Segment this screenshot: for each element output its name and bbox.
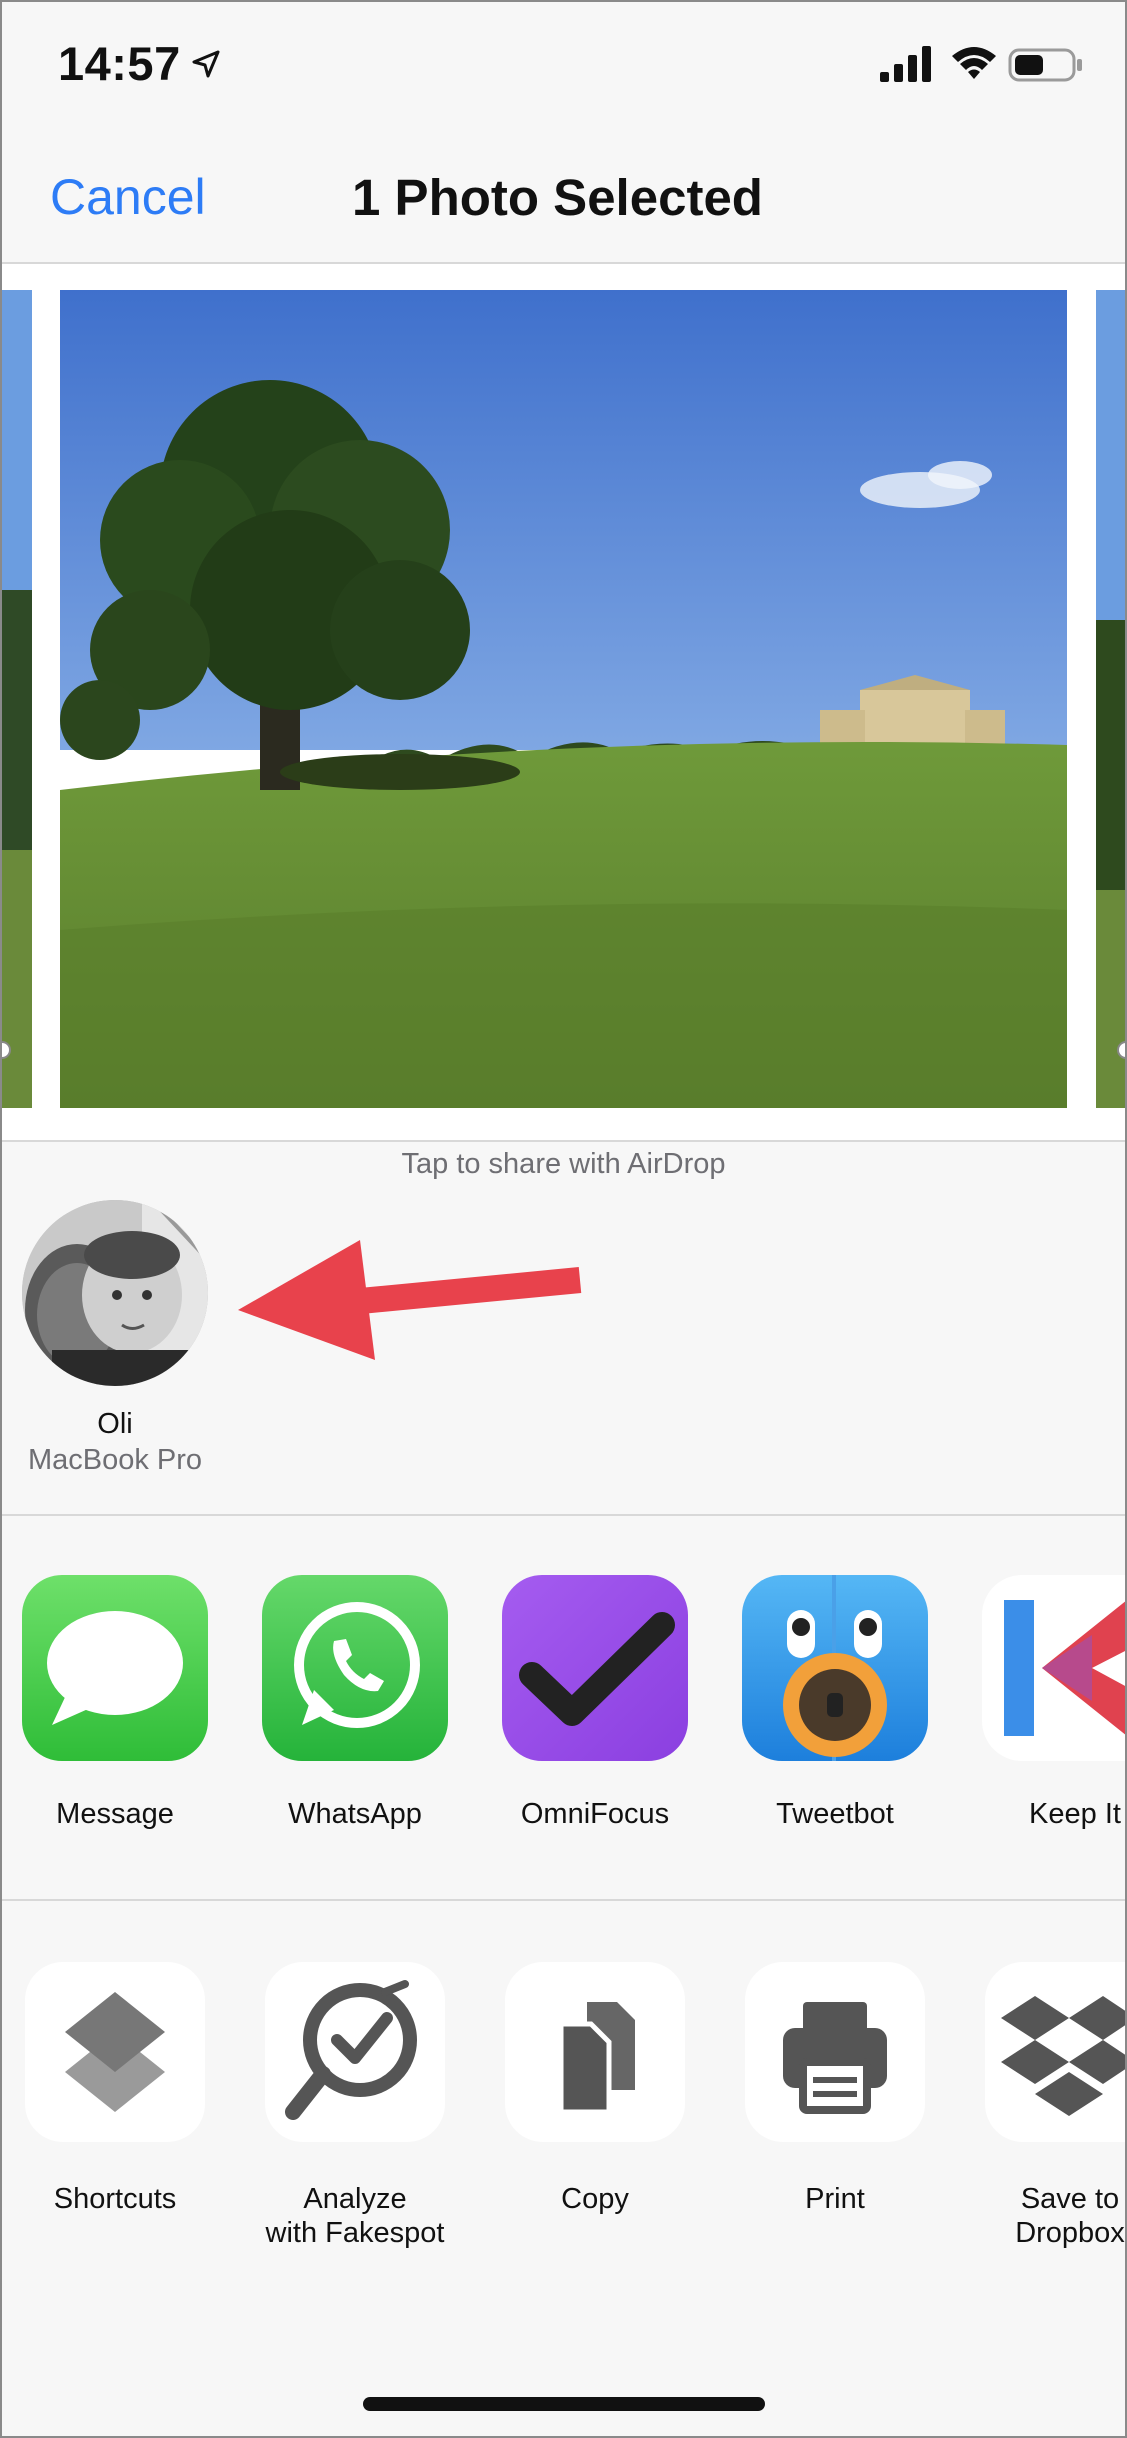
dropbox-action-button[interactable] (985, 1962, 1127, 2142)
action-label-print: Print (805, 2183, 865, 2215)
keep-it-app-button[interactable] (982, 1575, 1127, 1761)
shortcuts-icon (65, 1992, 165, 2112)
tweetbot-icon (783, 1575, 887, 1761)
app-label-tweetbot: Tweetbot (776, 1798, 894, 1830)
omnifocus-icon (519, 1612, 675, 1726)
previous-photo-thumbnail[interactable] (0, 290, 32, 1108)
copy-icon (558, 2002, 635, 2115)
wifi-icon (952, 47, 996, 79)
status-time: 14:57 (58, 37, 181, 90)
tweetbot-app-button[interactable] (742, 1575, 928, 1761)
app-label-omnifocus: OmniFocus (520, 1798, 670, 1830)
action-label-copy: Copy (561, 2183, 629, 2215)
app-label-whatsapp: WhatsApp (288, 1798, 422, 1830)
airdrop-contact-device: MacBook Pro (27, 1444, 203, 1476)
cellular-signal-icon (880, 46, 931, 82)
divider (0, 1899, 1127, 1901)
copy-action-button[interactable] (505, 1962, 685, 2142)
action-label-fakespot-line2: with Fakespot (265, 2217, 445, 2249)
next-photo-thumbnail[interactable] (1096, 290, 1127, 1108)
action-label-dropbox-line1: Save to (1020, 2183, 1120, 2215)
whatsapp-app-button[interactable] (262, 1575, 448, 1761)
action-label-fakespot: Analyze with Fakespot (235, 2182, 475, 2250)
keep-it-icon (1004, 1600, 1127, 1736)
home-indicator[interactable] (363, 2397, 765, 2411)
dropbox-icon (1001, 1996, 1127, 2116)
whatsapp-icon (294, 1602, 420, 1728)
print-action-button[interactable] (745, 1962, 925, 2142)
fakespot-icon (285, 1980, 417, 2120)
divider (0, 1140, 1127, 1142)
battery-icon (1008, 48, 1082, 82)
action-label-dropbox: Save to Dropbox (950, 2182, 1127, 2250)
location-arrow-icon (192, 50, 220, 78)
airdrop-caption: Tap to share with AirDrop (401, 1148, 726, 1180)
selected-photo[interactable] (60, 290, 1067, 1108)
airdrop-contact-name: Oli (97, 1408, 133, 1440)
messages-app-button[interactable] (22, 1575, 208, 1761)
page-title-text: 1 Photo Selected (352, 169, 763, 226)
airdrop-contact-avatar[interactable] (22, 1200, 208, 1386)
shortcuts-action-button[interactable] (25, 1962, 205, 2142)
messages-icon (47, 1611, 183, 1725)
page-title: 1 Photo Selected (0, 168, 1127, 227)
annotation-arrow-icon (238, 1240, 582, 1360)
action-label-dropbox-line2: Dropbox (1015, 2217, 1125, 2249)
print-icon (783, 2002, 887, 2114)
fakespot-action-button[interactable] (265, 1962, 445, 2142)
omnifocus-app-button[interactable] (502, 1575, 688, 1761)
divider (0, 1514, 1127, 1516)
action-label-fakespot-line1: Analyze (303, 2183, 407, 2215)
action-label-shortcuts: Shortcuts (53, 2183, 177, 2215)
app-label-keep-it: Keep It (1029, 1798, 1121, 1830)
app-label-message: Message (56, 1798, 174, 1830)
